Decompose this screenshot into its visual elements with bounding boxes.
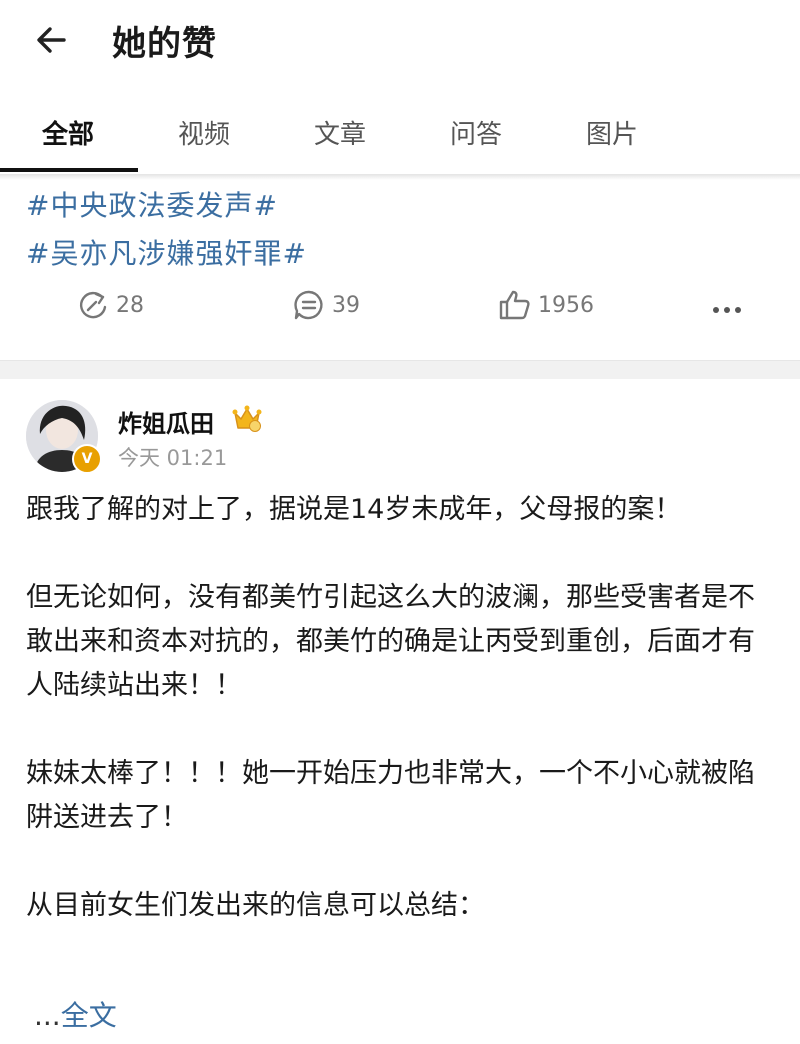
topic-link[interactable]: #中央政法委发声# <box>26 182 307 230</box>
repost-button[interactable]: 28 <box>76 288 144 322</box>
tab-video[interactable]: 视频 <box>178 114 230 151</box>
tab-bar: 全部 视频 文章 问答 图片 <box>0 96 800 174</box>
post-username[interactable]: 炸姐瓜田 <box>118 404 214 439</box>
repost-count: 28 <box>116 292 144 318</box>
back-button[interactable] <box>30 18 74 62</box>
comment-button[interactable]: 39 <box>292 288 360 322</box>
post-paragraph: 妹妹太棒了！！！她一开始压力也非常大，一个不小心就被陷阱送进去了！ <box>26 758 755 833</box>
post-action-bar: 28 39 1956 <box>0 288 800 338</box>
post-content: 跟我了解的对上了，据说是14岁未成年，父母报的案！ 但无论如何，没有都美竹引起这… <box>26 488 774 972</box>
crown-icon <box>232 404 262 436</box>
more-options-button[interactable] <box>712 300 742 319</box>
tab-image[interactable]: 图片 <box>586 114 638 151</box>
tab-all[interactable]: 全部 <box>42 114 94 151</box>
thumbs-up-icon <box>499 290 530 320</box>
post-paragraph: 跟我了解的对上了，据说是14岁未成年，父母报的案！ <box>26 494 682 525</box>
read-more: ...全文 <box>34 994 117 1034</box>
comment-count: 39 <box>332 292 360 318</box>
post-time: 今天 01:21 <box>118 446 228 470</box>
arrow-left-icon <box>37 27 66 53</box>
post-paragraph: 从目前女生们发出来的信息可以总结： <box>26 890 485 921</box>
tab-bar-shadow <box>0 174 800 180</box>
active-tab-indicator <box>0 168 138 172</box>
ellipsis: ... <box>34 999 61 1032</box>
comment-icon <box>294 290 323 320</box>
tab-qa[interactable]: 问答 <box>450 114 502 151</box>
like-count: 1956 <box>538 292 594 318</box>
post-divider <box>0 360 800 379</box>
topic-link[interactable]: #吴亦凡涉嫌强奸罪# <box>26 230 307 278</box>
tab-article[interactable]: 文章 <box>314 114 366 151</box>
post-paragraph: 但无论如何，没有都美竹引起这么大的波澜，那些受害者是不敢出来和资本对抗的，都美竹… <box>26 582 755 701</box>
more-dots-icon <box>713 307 741 313</box>
page-title: 她的赞 <box>112 24 217 64</box>
top-bar: 她的赞 <box>0 0 800 80</box>
like-button[interactable]: 1956 <box>498 288 594 322</box>
verified-badge: V <box>72 444 102 474</box>
repost-icon <box>79 291 107 319</box>
prev-post-topics: #中央政法委发声# #吴亦凡涉嫌强奸罪# <box>26 182 307 278</box>
read-full-link[interactable]: 全文 <box>61 999 117 1032</box>
